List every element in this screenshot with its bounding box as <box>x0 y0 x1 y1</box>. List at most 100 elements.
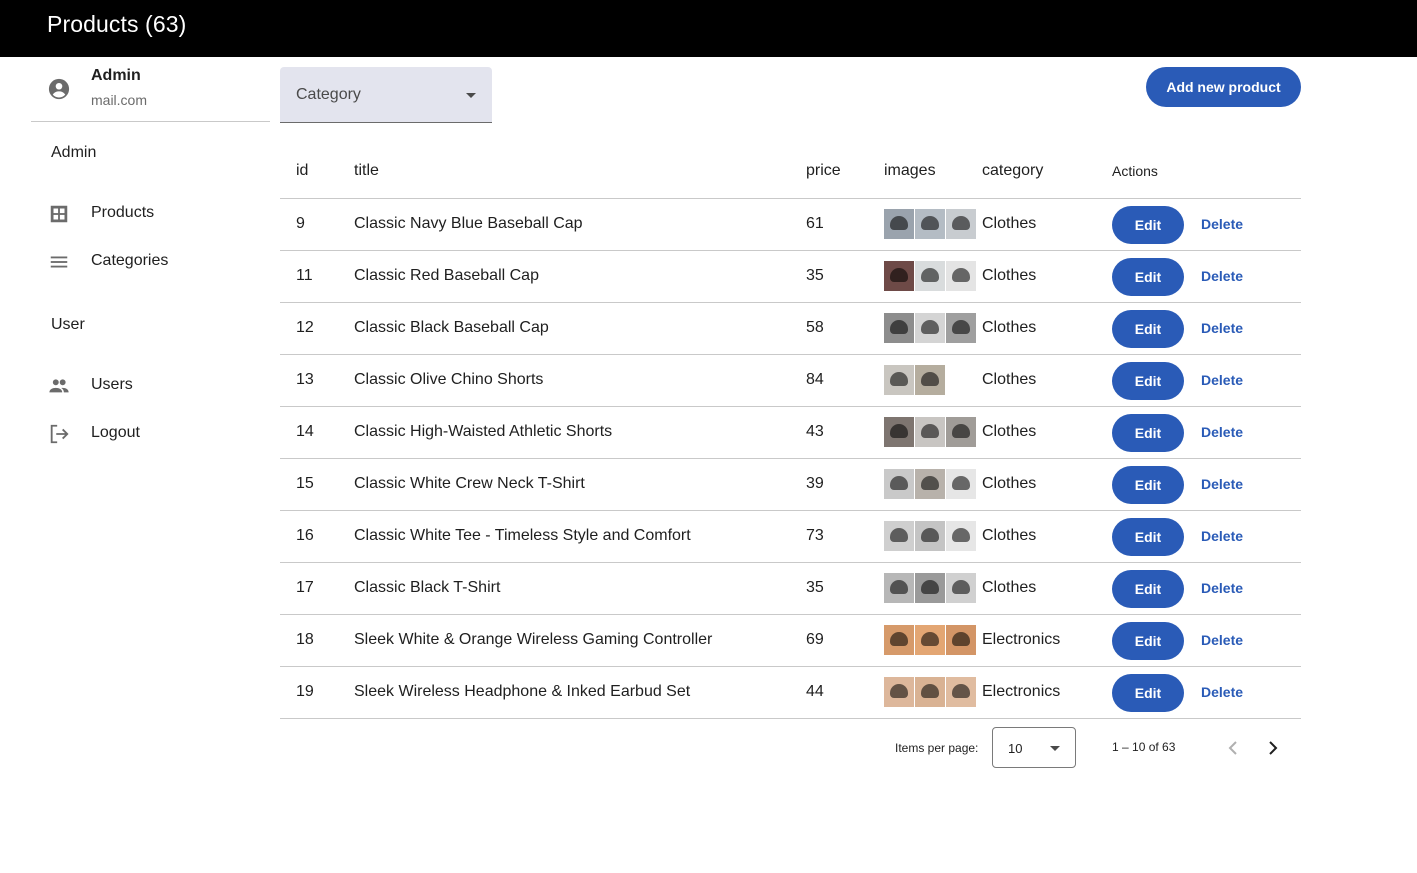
delete-button[interactable]: Delete <box>1201 216 1243 232</box>
cell-price: 43 <box>806 423 824 440</box>
user-profile: Admin mail.com <box>31 57 270 122</box>
sidebar-item-products[interactable]: Products <box>31 192 270 236</box>
column-header-title: title <box>354 162 379 179</box>
products-table: id title price images category Actions 9… <box>280 144 1301 719</box>
sidebar-item-label: Logout <box>91 424 140 441</box>
sidebar-item-label: Users <box>91 376 133 393</box>
sidebar-item-label: Products <box>91 204 155 221</box>
grid-icon <box>50 205 68 223</box>
edit-button[interactable]: Edit <box>1112 622 1184 660</box>
cell-category: Electronics <box>982 631 1061 648</box>
items-per-page-label: Items per page: <box>895 741 979 755</box>
product-thumbnail <box>946 677 976 707</box>
cell-category: Clothes <box>982 371 1037 388</box>
product-thumbnail <box>884 313 914 343</box>
cell-id: 12 <box>296 319 314 336</box>
cell-price: 61 <box>806 215 824 232</box>
cell-images <box>884 209 977 239</box>
sidebar: Admin mail.com Admin Products Categories… <box>31 57 270 444</box>
cell-price: 39 <box>806 475 824 492</box>
dropdown-arrow-icon <box>466 93 476 98</box>
cell-price: 84 <box>806 371 824 388</box>
page-size-select[interactable]: 10 <box>992 727 1076 768</box>
table-row: 17 Classic Black T-Shirt 35 Clothes Edit Dele… <box>280 563 1301 615</box>
table-row: 13 Classic Olive Chino Shorts 84 Clothes Edi… <box>280 355 1301 407</box>
product-thumbnail <box>884 417 914 447</box>
cell-title: Classic Black T-Shirt <box>354 579 501 596</box>
chevron-right-icon[interactable] <box>1261 736 1285 760</box>
sidebar-item-users[interactable]: Users <box>31 364 270 408</box>
menu-icon <box>50 256 68 268</box>
cell-category: Clothes <box>982 475 1037 492</box>
delete-button[interactable]: Delete <box>1201 580 1243 596</box>
product-thumbnail <box>915 573 945 603</box>
product-thumbnail <box>915 469 945 499</box>
edit-button[interactable]: Edit <box>1112 518 1184 556</box>
section-title-admin: Admin <box>51 144 97 161</box>
delete-button[interactable]: Delete <box>1201 268 1243 284</box>
cell-category: Electronics <box>982 683 1061 700</box>
cell-images <box>884 573 977 603</box>
table-row: 12 Classic Black Baseball Cap 58 Clothes Edi… <box>280 303 1301 355</box>
add-product-button[interactable]: Add new product <box>1146 67 1301 107</box>
product-thumbnail <box>915 209 945 239</box>
delete-button[interactable]: Delete <box>1201 476 1243 492</box>
section-title-user: User <box>51 316 85 333</box>
cell-title: Classic White Crew Neck T-Shirt <box>354 475 585 492</box>
cell-id: 17 <box>296 579 314 596</box>
product-thumbnail <box>884 573 914 603</box>
edit-button[interactable]: Edit <box>1112 310 1184 348</box>
people-icon <box>49 379 69 393</box>
delete-button[interactable]: Delete <box>1201 424 1243 440</box>
delete-button[interactable]: Delete <box>1201 528 1243 544</box>
delete-button[interactable]: Delete <box>1201 684 1243 700</box>
cell-id: 14 <box>296 423 314 440</box>
cell-id: 15 <box>296 475 314 492</box>
edit-button[interactable]: Edit <box>1112 570 1184 608</box>
edit-button[interactable]: Edit <box>1112 362 1184 400</box>
edit-button[interactable]: Edit <box>1112 414 1184 452</box>
product-thumbnail <box>884 625 914 655</box>
cell-category: Clothes <box>982 319 1037 336</box>
page-title: Products (63) <box>47 11 187 37</box>
chevron-left-icon[interactable] <box>1221 736 1245 760</box>
edit-button[interactable]: Edit <box>1112 466 1184 504</box>
product-thumbnail <box>946 573 976 603</box>
profile-name: Admin <box>91 67 141 84</box>
cell-title: Classic White Tee - Timeless Style and C… <box>354 527 691 544</box>
sidebar-item-label: Categories <box>91 252 169 269</box>
category-filter-select[interactable]: Category <box>280 67 492 123</box>
cell-title: Sleek White & Orange Wireless Gaming Con… <box>354 631 713 648</box>
delete-button[interactable]: Delete <box>1201 372 1243 388</box>
cell-category: Clothes <box>982 267 1037 284</box>
product-thumbnail <box>946 261 976 291</box>
edit-button[interactable]: Edit <box>1112 674 1184 712</box>
cell-id: 19 <box>296 683 314 700</box>
product-thumbnail <box>915 521 945 551</box>
product-thumbnail <box>915 261 945 291</box>
product-thumbnail <box>884 365 914 395</box>
sidebar-item-categories[interactable]: Categories <box>31 240 270 284</box>
profile-email: mail.com <box>91 92 148 108</box>
column-header-images: images <box>884 162 936 179</box>
cell-price: 58 <box>806 319 824 336</box>
cell-images <box>884 313 977 343</box>
column-header-actions: Actions <box>1112 163 1158 179</box>
delete-button[interactable]: Delete <box>1201 632 1243 648</box>
product-thumbnail <box>884 521 914 551</box>
edit-button[interactable]: Edit <box>1112 206 1184 244</box>
product-thumbnail <box>884 469 914 499</box>
paginator: Items per page: 10 1 – 10 of 63 <box>280 727 1301 768</box>
delete-button[interactable]: Delete <box>1201 320 1243 336</box>
edit-button[interactable]: Edit <box>1112 258 1184 296</box>
logout-icon <box>50 424 69 444</box>
sidebar-item-logout[interactable]: Logout <box>31 412 270 456</box>
cell-images <box>884 417 977 447</box>
cell-category: Clothes <box>982 579 1037 596</box>
cell-id: 9 <box>296 215 305 232</box>
product-thumbnail <box>915 677 945 707</box>
cell-price: 35 <box>806 267 824 284</box>
product-thumbnail <box>915 625 945 655</box>
table-row: 19 Sleek Wireless Headphone & Inked Earbu… <box>280 667 1301 719</box>
cell-images <box>884 261 977 291</box>
